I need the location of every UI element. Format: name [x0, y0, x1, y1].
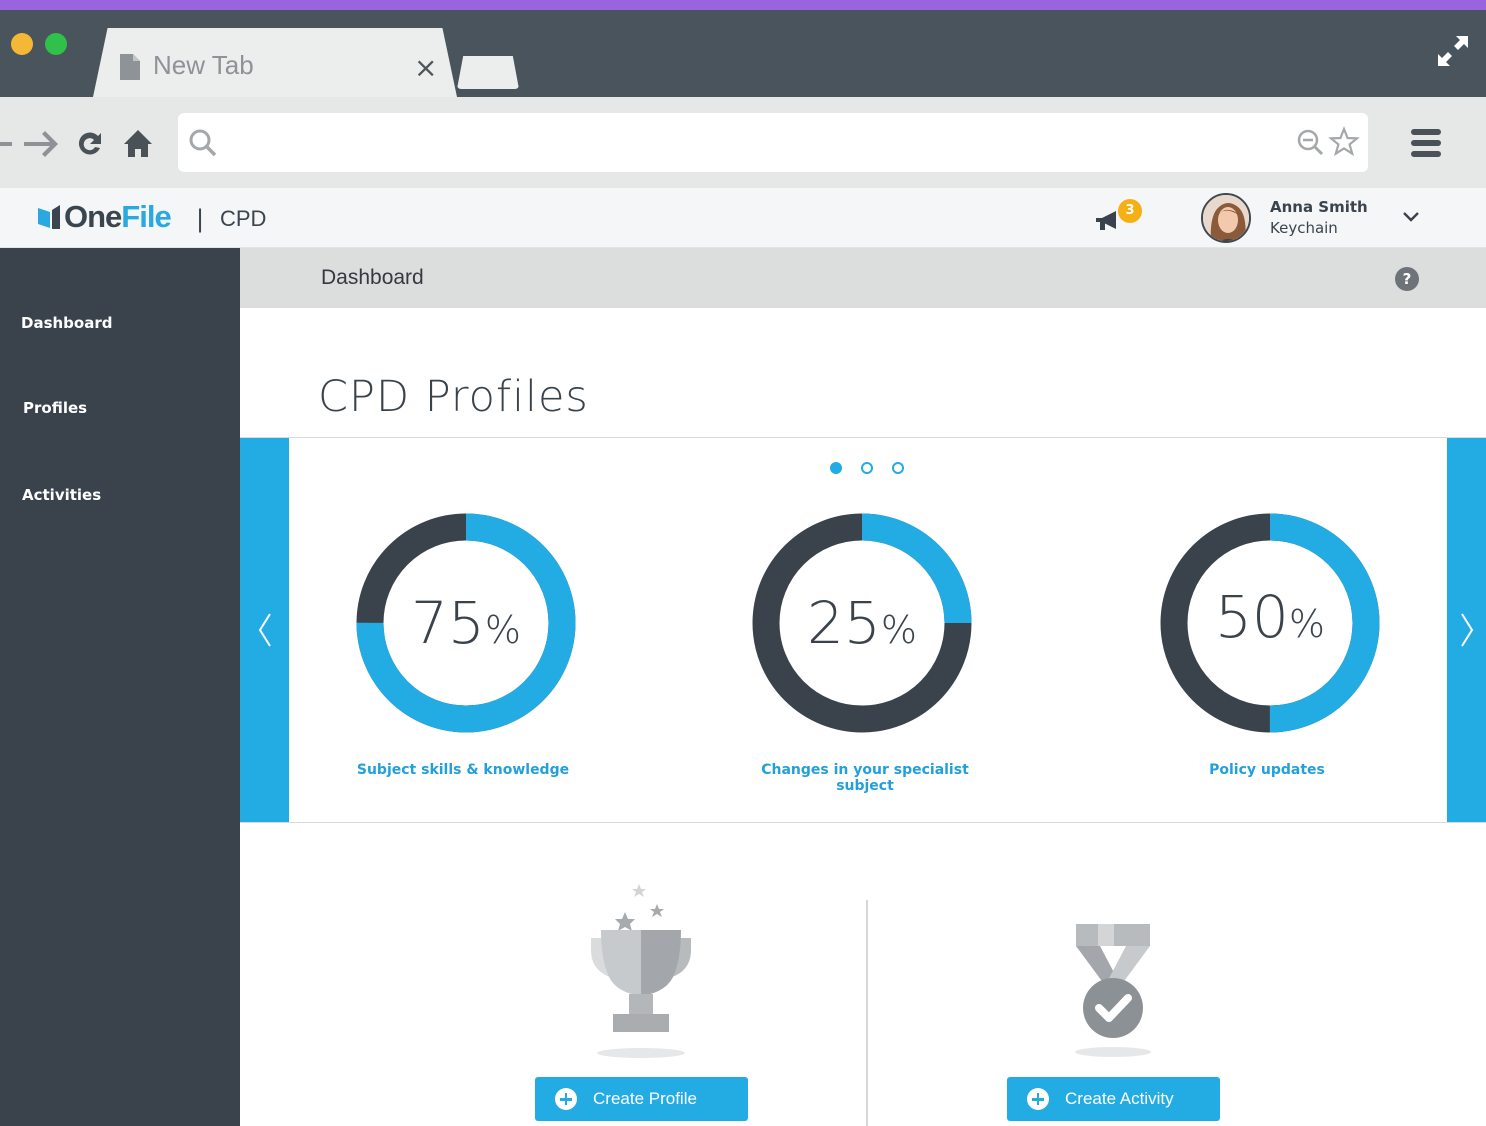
tab-close-icon[interactable]: ×: [414, 50, 437, 86]
reload-icon[interactable]: [74, 124, 104, 164]
help-icon[interactable]: ?: [1395, 267, 1419, 291]
sidebar-item-activities[interactable]: Activities: [22, 486, 101, 504]
new-tab-button[interactable]: [457, 56, 519, 89]
bookmark-star-icon[interactable]: [1328, 126, 1360, 158]
progress-percent: 25%: [807, 589, 917, 657]
user-name: Anna Smith: [1270, 198, 1368, 216]
tab-title: New Tab: [153, 50, 254, 80]
progress-percent: 75%: [411, 589, 521, 657]
sidebar: [0, 248, 240, 1126]
sidebar-item-dashboard[interactable]: Dashboard: [21, 314, 112, 332]
carousel-dot-3[interactable]: [892, 462, 904, 474]
profile-progress-ring[interactable]: 50%: [1160, 513, 1380, 733]
fullscreen-icon[interactable]: [1436, 34, 1470, 68]
profile-progress-ring[interactable]: 25%: [752, 513, 972, 733]
carousel-dot-2[interactable]: [861, 462, 873, 474]
chevron-down-icon[interactable]: [1401, 209, 1421, 225]
search-icon: [189, 129, 217, 157]
progress-percent: 50%: [1215, 583, 1325, 651]
back-icon[interactable]: [0, 124, 14, 164]
profile-label[interactable]: Changes in your specialist subject: [755, 762, 975, 794]
logo-text: OneFile: [64, 199, 172, 234]
breadcrumb-current: Dashboard: [321, 266, 424, 289]
window-maximize-button[interactable]: [45, 33, 67, 55]
profile-label[interactable]: Subject skills & knowledge: [353, 762, 573, 778]
carousel-next-button[interactable]: [1447, 438, 1486, 822]
address-input[interactable]: [232, 118, 1272, 166]
user-organisation: Keychain: [1270, 219, 1338, 237]
chevron-right-icon: [1460, 613, 1473, 647]
app-section-name: CPD: [220, 206, 267, 231]
profile-progress-ring[interactable]: 75%: [356, 513, 576, 733]
window-top-strip: [0, 0, 1486, 10]
trophy-icon: [591, 884, 691, 1058]
profile-label[interactable]: Policy updates: [1157, 762, 1377, 778]
actions-divider: [866, 900, 868, 1126]
create-activity-label: Create Activity: [1065, 1089, 1174, 1108]
forward-icon[interactable]: [22, 124, 60, 164]
home-icon[interactable]: [122, 124, 154, 164]
carousel-prev-button[interactable]: [240, 438, 289, 822]
breadcrumb: [240, 248, 1486, 308]
browser-tab[interactable]: [93, 28, 457, 97]
create-activity-button[interactable]: Create Activity: [1007, 1077, 1220, 1121]
browser-menu-icon[interactable]: [1410, 127, 1442, 159]
carousel-dot-1[interactable]: [830, 462, 842, 474]
create-profile-label: Create Profile: [593, 1089, 697, 1108]
plus-circle-icon: [1027, 1088, 1049, 1110]
document-icon: [120, 54, 140, 80]
logo-separator: |: [196, 205, 205, 233]
logo-mark-icon: [38, 205, 60, 229]
chevron-left-icon: [258, 613, 271, 647]
window-minimize-button[interactable]: [11, 33, 33, 55]
page-title: CPD Profiles: [318, 372, 589, 422]
notification-badge: 3: [1118, 199, 1142, 223]
plus-circle-icon: [555, 1088, 577, 1110]
medal-icon: [1075, 924, 1151, 1057]
zoom-out-icon[interactable]: [1296, 128, 1326, 158]
onefile-logo[interactable]: OneFile: [38, 199, 172, 235]
avatar[interactable]: [1201, 193, 1251, 243]
sidebar-item-profiles[interactable]: Profiles: [23, 399, 87, 417]
create-profile-button[interactable]: Create Profile: [535, 1077, 748, 1121]
